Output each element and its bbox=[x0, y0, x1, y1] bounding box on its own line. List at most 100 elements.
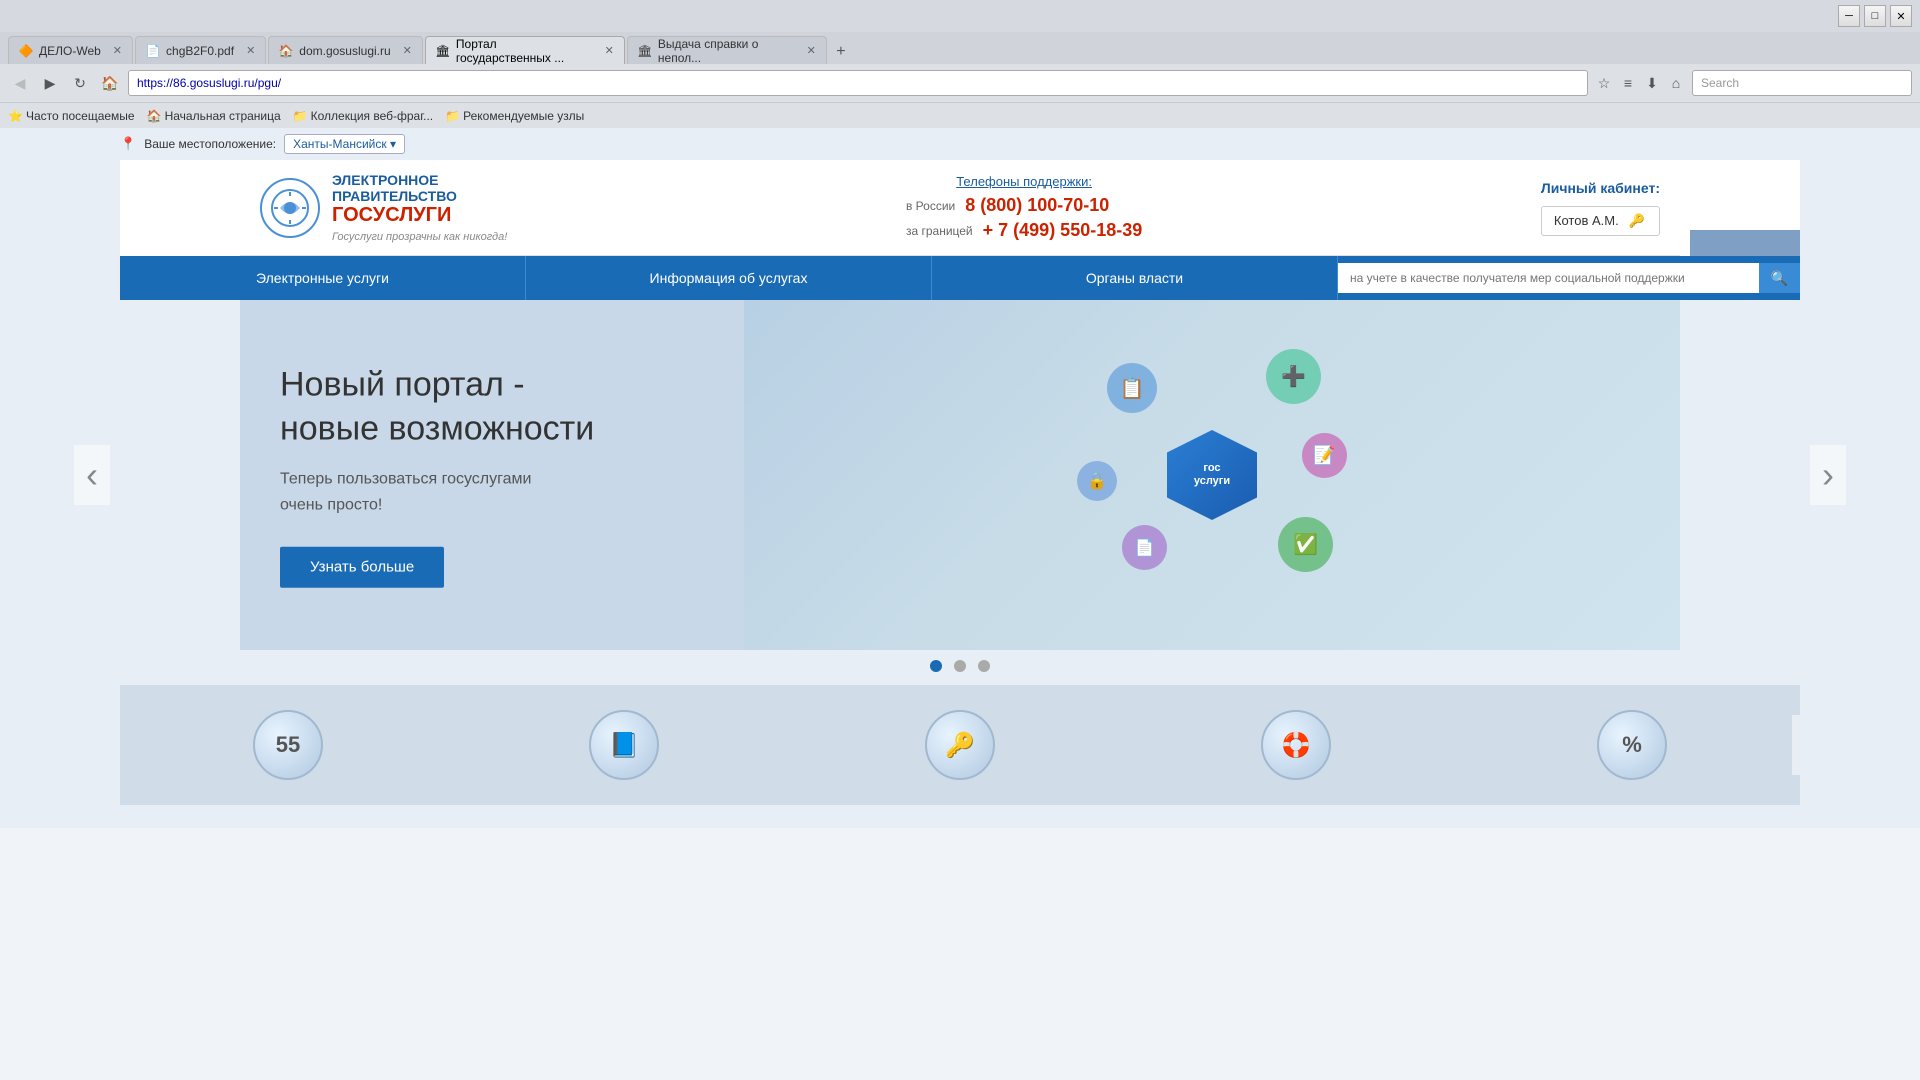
account-title: Личный кабинет: bbox=[1541, 180, 1660, 196]
bookmark-label-1: Часто посещаемые bbox=[26, 109, 135, 123]
phone-abroad-row: за границей + 7 (499) 550-18-39 bbox=[906, 220, 1142, 241]
location-bar: 📍 Ваше местоположение: Ханты-Мансийск ▾ bbox=[0, 128, 1920, 160]
banner-arrow-left[interactable]: ‹ bbox=[74, 445, 110, 505]
icon-item-4[interactable]: 🛟 bbox=[1128, 685, 1464, 805]
bottom-icons-section: 55 📘 🔑 🛟 % › bbox=[120, 685, 1800, 805]
reload-button[interactable]: ↻ bbox=[68, 71, 92, 95]
tab-close-5[interactable]: ✕ bbox=[807, 44, 816, 57]
icon-symbol-4: 🛟 bbox=[1281, 731, 1311, 760]
phone-russia-label: в России bbox=[906, 199, 955, 213]
tab-dom[interactable]: 🏠 dom.gosuslugi.ru ✕ bbox=[268, 36, 423, 64]
close-button[interactable]: ✕ bbox=[1890, 5, 1912, 27]
location-label: Ваше местоположение: bbox=[144, 137, 276, 151]
nav-authorities[interactable]: Органы власти bbox=[932, 256, 1338, 300]
nav-item-label-1: Электронные услуги bbox=[256, 270, 389, 286]
phones-section: Телефоны поддержки: в России 8 (800) 100… bbox=[906, 174, 1142, 241]
hex-icon-1: 📋 bbox=[1107, 363, 1157, 413]
bookmark-label-3: Коллекция веб-фраг... bbox=[311, 109, 434, 123]
bookmark-icon-3: 📁 bbox=[293, 109, 308, 123]
tab-title-3: dom.gosuslugi.ru bbox=[299, 44, 390, 58]
tab-title-1: ДЕЛО-Web bbox=[39, 44, 101, 58]
location-city-selector[interactable]: Ханты-Мансийск ▾ bbox=[284, 134, 405, 154]
download-icon[interactable]: ⬇ bbox=[1642, 73, 1662, 93]
banner-title: Новый портал - новые возможности bbox=[280, 363, 594, 451]
icon-circle-1: 55 bbox=[253, 710, 323, 780]
nav-item-label-3: Органы власти bbox=[1086, 270, 1183, 286]
site-header-wrapper: ЭЛЕКТРОННОЕ ПРАВИТЕЛЬСТВО ГОСУСЛУГИ Госу… bbox=[120, 160, 1800, 256]
nav-search-button[interactable]: 🔍 bbox=[1759, 263, 1800, 293]
center-hex: госуслуги bbox=[1167, 430, 1257, 520]
browser-chrome: ─ □ ✕ 🔶 ДЕЛО-Web ✕ 📄 chgB2F0.pdf ✕ 🏠 dom… bbox=[0, 0, 1920, 128]
hex-icon-5: 📄 bbox=[1122, 525, 1167, 570]
tab-close-3[interactable]: ✕ bbox=[403, 44, 412, 57]
hex-icon-6: 🔒 bbox=[1077, 461, 1117, 501]
phone-abroad-number: + 7 (499) 550-18-39 bbox=[983, 220, 1143, 241]
home-nav-icon[interactable]: ⌂ bbox=[1666, 73, 1686, 93]
tab-close-2[interactable]: ✕ bbox=[246, 44, 255, 57]
account-name: Котов А.М. bbox=[1554, 213, 1619, 228]
tab-pdf[interactable]: 📄 chgB2F0.pdf ✕ bbox=[135, 36, 266, 64]
banner-title-line2: новые возможности bbox=[280, 410, 594, 448]
banner-section: ‹ Новый портал - новые возможности Тепер… bbox=[120, 300, 1800, 650]
nav-icons: ☆ ≡ ⬇ ⌂ bbox=[1594, 73, 1686, 93]
tab-close-4[interactable]: ✕ bbox=[605, 44, 614, 57]
nav-bar: ◀ ▶ ↻ 🏠 https://86.gosuslugi.ru/pgu/ ☆ ≡… bbox=[0, 64, 1920, 102]
phone-russia-row: в России 8 (800) 100-70-10 bbox=[906, 195, 1142, 216]
icon-circle-3: 🔑 bbox=[925, 710, 995, 780]
icon-item-3[interactable]: 🔑 bbox=[792, 685, 1128, 805]
flag-decoration bbox=[1690, 160, 1800, 256]
new-tab-button[interactable]: + bbox=[829, 40, 853, 64]
bookmark-recommended[interactable]: 📁 Рекомендуемые узлы bbox=[445, 109, 584, 123]
bookmark-frequent[interactable]: ⭐ Часто посещаемые bbox=[8, 109, 135, 123]
account-section: Личный кабинет: Котов А.М. 🔑 bbox=[1541, 180, 1660, 236]
minimize-button[interactable]: ─ bbox=[1838, 5, 1860, 27]
dot-1[interactable] bbox=[930, 660, 942, 672]
tab-favicon-1: 🔶 bbox=[19, 44, 33, 58]
icon-item-2[interactable]: 📘 bbox=[456, 685, 792, 805]
url-bar[interactable]: https://86.gosuslugi.ru/pgu/ bbox=[128, 70, 1588, 96]
back-button[interactable]: ◀ bbox=[8, 71, 32, 95]
tab-title-4: Портал государственных ... bbox=[456, 37, 593, 65]
banner-content: Новый портал - новые возможности Теперь … bbox=[280, 363, 594, 588]
logo-text: ЭЛЕКТРОННОЕ ПРАВИТЕЛЬСТВО ГОСУСЛУГИ Госу… bbox=[332, 172, 507, 243]
page-content: 📍 Ваше местоположение: Ханты-Мансийск ▾ bbox=[0, 128, 1920, 828]
nav-search-input[interactable] bbox=[1338, 263, 1759, 293]
phone-russia-number: 8 (800) 100-70-10 bbox=[965, 195, 1109, 216]
icon-item-5[interactable]: % bbox=[1464, 685, 1800, 805]
tab-close-1[interactable]: ✕ bbox=[113, 44, 122, 57]
banner-title-line1: Новый портал - bbox=[280, 366, 525, 404]
banner-image-area: госуслуги 📋 ➕ 📝 ✅ 📄 🔒 bbox=[744, 300, 1680, 650]
logo-line1: ЭЛЕКТРОННОЕ bbox=[332, 172, 507, 188]
tab-title-2: chgB2F0.pdf bbox=[166, 44, 234, 58]
nav-electronic-services[interactable]: Электронные услуги bbox=[120, 256, 526, 300]
reader-icon[interactable]: ≡ bbox=[1618, 73, 1638, 93]
site-header: ЭЛЕКТРОННОЕ ПРАВИТЕЛЬСТВО ГОСУСЛУГИ Госу… bbox=[240, 160, 1680, 256]
bookmark-star-icon[interactable]: ☆ bbox=[1594, 73, 1614, 93]
banner-arrow-right[interactable]: › bbox=[1810, 445, 1846, 505]
forward-button[interactable]: ▶ bbox=[38, 71, 62, 95]
main-navigation: Электронные услуги Информация об услугах… bbox=[120, 256, 1800, 300]
browser-search-input[interactable]: Search bbox=[1692, 70, 1912, 96]
tab-favicon-2: 📄 bbox=[146, 44, 160, 58]
search-placeholder: Search bbox=[1701, 76, 1739, 90]
banner-subtitle: Теперь пользоваться госуслугами очень пр… bbox=[280, 467, 594, 518]
hex-icon-2: ➕ bbox=[1266, 349, 1321, 404]
bookmark-icon-1: ⭐ bbox=[8, 109, 23, 123]
dot-2[interactable] bbox=[954, 660, 966, 672]
home-button[interactable]: 🏠 bbox=[98, 71, 122, 95]
tab-delo-web[interactable]: 🔶 ДЕЛО-Web ✕ bbox=[8, 36, 133, 64]
nav-info-services[interactable]: Информация об услугах bbox=[526, 256, 932, 300]
banner-cta-button[interactable]: Узнать больше bbox=[280, 546, 444, 587]
tab-title-5: Выдача справки о непол... bbox=[658, 37, 795, 65]
account-box[interactable]: Котов А.М. 🔑 bbox=[1541, 206, 1660, 236]
icons-row-arrow-right[interactable]: › bbox=[1792, 715, 1800, 775]
logo-area: ЭЛЕКТРОННОЕ ПРАВИТЕЛЬСТВО ГОСУСЛУГИ Госу… bbox=[260, 172, 507, 243]
bookmark-collection[interactable]: 📁 Коллекция веб-фраг... bbox=[293, 109, 433, 123]
dot-3[interactable] bbox=[978, 660, 990, 672]
restore-button[interactable]: □ bbox=[1864, 5, 1886, 27]
icon-item-1[interactable]: 55 bbox=[120, 685, 456, 805]
tab-spravka[interactable]: 🏛 Выдача справки о непол... ✕ bbox=[627, 36, 827, 64]
bookmark-homepage[interactable]: 🏠 Начальная страница bbox=[147, 109, 281, 123]
icon-symbol-3: 🔑 bbox=[945, 731, 975, 760]
tab-portal-active[interactable]: 🏛 Портал государственных ... ✕ bbox=[425, 36, 625, 64]
